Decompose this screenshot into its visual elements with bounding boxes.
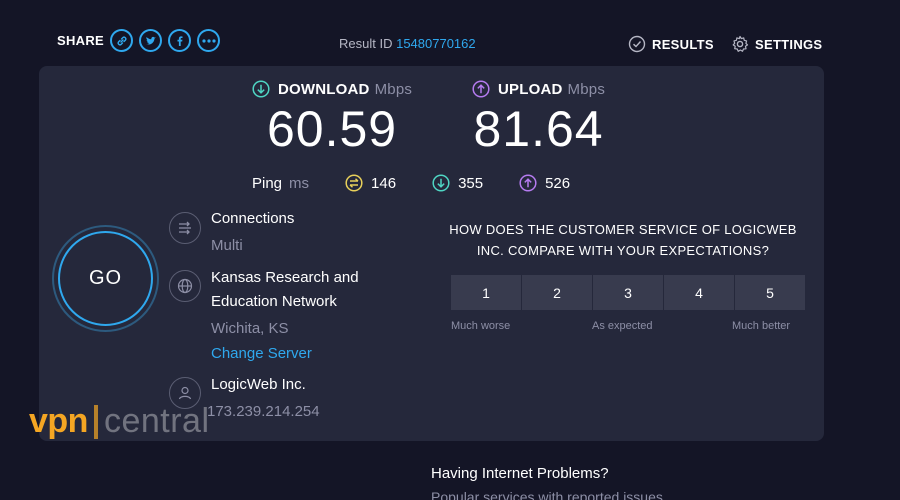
ping-idle-value: 146 — [371, 174, 397, 192]
ping-upload-icon — [519, 174, 537, 192]
ping-unit: ms — [289, 174, 310, 192]
ping-idle-icon — [345, 174, 363, 192]
survey-question-line2: INC. COMPARE WITH YOUR EXPECTATIONS? — [476, 243, 770, 258]
ping-idle: 146 — [345, 174, 396, 192]
upload-value: 81.64 — [473, 101, 604, 157]
provider-name: LogicWeb Inc. — [211, 376, 306, 393]
server-name: Kansas Research and Education Network — [211, 266, 359, 314]
watermark-divider — [93, 404, 98, 439]
ping-download: 355 — [432, 174, 483, 192]
server-name-line2: Education Network — [211, 293, 337, 310]
connections-value: Multi — [211, 237, 243, 254]
result-id: Result ID 15480770162 — [339, 36, 476, 51]
survey-question: HOW DOES THE CUSTOMER SERVICE OF LOGICWE… — [443, 219, 803, 261]
ping-download-value: 355 — [458, 174, 484, 192]
download-metric: DOWNLOAD Mbps 60.59 — [252, 80, 412, 158]
rating-low-label: Much worse — [451, 320, 511, 332]
rating-button-3[interactable]: 3 — [593, 275, 663, 310]
share-label: SHARE — [57, 33, 105, 48]
rating-button-1[interactable]: 1 — [451, 275, 521, 310]
upload-unit: Mbps — [567, 80, 606, 98]
result-panel: DOWNLOAD Mbps 60.59 UPLOAD Mbps 81.64 Pi… — [39, 66, 824, 441]
settings-label: SETTINGS — [755, 36, 823, 52]
rating-mid-label: As expected — [592, 320, 653, 332]
connections-icon — [169, 212, 201, 244]
download-value: 60.59 — [266, 101, 398, 157]
rating-button-5[interactable]: 5 — [735, 275, 805, 310]
rating-button-4[interactable]: 4 — [664, 275, 734, 310]
gear-icon — [732, 35, 749, 52]
share-group: SHARE — [57, 29, 226, 52]
result-id-label: Result ID — [339, 36, 393, 51]
go-button[interactable]: GO — [58, 231, 153, 326]
result-id-value[interactable]: 15480770162 — [396, 36, 476, 51]
check-circle-icon — [628, 35, 646, 53]
download-unit: Mbps — [374, 80, 413, 98]
survey-question-line1: HOW DOES THE CUSTOMER SERVICE OF LOGICWE… — [449, 222, 797, 237]
watermark-vpn: vpn — [29, 402, 88, 440]
ping-row: Ping ms 146 355 526 — [252, 174, 606, 192]
server-name-line1: Kansas Research and — [211, 269, 359, 286]
go-ring: GO — [52, 225, 159, 332]
internet-problems-subtitle: Popular services with reported issues — [431, 489, 663, 500]
provider-ip: 173.239.214.254 — [207, 403, 320, 420]
upload-label: UPLOAD — [498, 80, 563, 98]
globe-icon — [169, 270, 201, 302]
results-label: RESULTS — [652, 36, 714, 52]
twitter-icon[interactable] — [139, 29, 163, 52]
download-arrow-icon — [252, 80, 270, 98]
rating-button-2[interactable]: 2 — [522, 275, 592, 310]
ping-label: Ping — [252, 174, 283, 192]
watermark-central: central — [103, 402, 210, 440]
link-icon[interactable] — [110, 29, 134, 52]
facebook-icon[interactable] — [168, 29, 192, 52]
download-label: DOWNLOAD — [278, 80, 370, 98]
settings-button[interactable]: SETTINGS — [731, 35, 822, 53]
ping-upload-value: 526 — [545, 174, 571, 192]
internet-problems-title: Having Internet Problems? — [431, 465, 609, 482]
download-header: DOWNLOAD Mbps — [252, 80, 412, 98]
upload-arrow-icon — [472, 80, 490, 98]
rating-scale: 1 2 3 4 5 — [451, 275, 806, 310]
change-server-link[interactable]: Change Server — [211, 345, 312, 362]
ping-download-icon — [432, 174, 450, 192]
upload-metric: UPLOAD Mbps 81.64 — [472, 80, 605, 158]
results-button[interactable]: RESULTS — [628, 35, 714, 53]
upload-header: UPLOAD Mbps — [472, 80, 605, 98]
watermark-logo: vpn central — [29, 402, 210, 441]
connections-title: Connections — [211, 210, 295, 227]
rating-high-label: Much better — [732, 320, 791, 332]
top-bar: SHARE Result ID 15480770162 RESULTS SETT… — [0, 0, 900, 66]
ping-upload: 526 — [519, 174, 570, 192]
more-icon[interactable] — [197, 29, 221, 52]
server-location: Wichita, KS — [211, 320, 289, 337]
